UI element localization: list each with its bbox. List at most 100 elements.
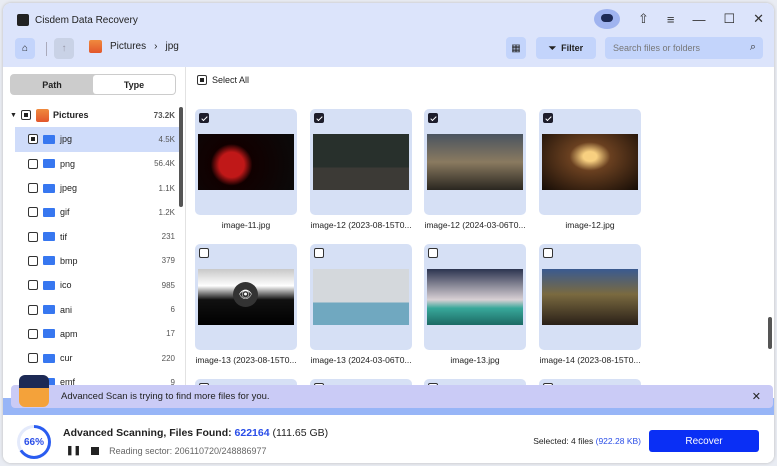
tree-label: jpeg [60,183,78,194]
tab-type[interactable]: Type [93,75,175,94]
file-checkbox[interactable] [199,113,209,123]
checkbox[interactable] [28,328,38,339]
progress-ring: 66% [17,425,51,459]
close-banner-icon[interactable]: ✕ [752,390,761,403]
tree-count: 1.2K [158,207,175,217]
file-name: image-12.jpg [565,220,615,230]
file-card[interactable] [310,244,412,350]
file-card[interactable]: 👁 [195,244,297,350]
search-input[interactable]: Search files or folders ⌕ [605,37,763,59]
maximize-icon[interactable]: ☐ [723,11,735,27]
tree-item-png[interactable]: png 56.4K [3,152,179,176]
file-card[interactable] [539,109,641,215]
file-card[interactable] [424,244,526,350]
tree-item-jpeg[interactable]: jpeg 1.1K [3,176,179,200]
file-card[interactable] [539,244,641,350]
tree-item-cur[interactable]: cur 220 [3,346,179,370]
title-bar: Cisdem Data Recovery [17,14,138,26]
view-toggle-button[interactable]: ▦ [506,37,526,59]
file-name: image-13 (2024-03-06T0... [310,355,412,365]
tree-label: cur [60,353,73,364]
menu-icon[interactable]: ≡ [667,12,675,27]
close-icon[interactable]: ✕ [753,11,764,27]
file-name: image-12 (2024-03-06T0... [424,220,526,230]
file-checkbox[interactable] [199,248,209,258]
breadcrumb-current: jpg [165,41,179,52]
file-checkbox[interactable] [428,113,438,123]
checkbox[interactable] [28,183,38,194]
up-button[interactable]: ↑ [54,38,74,59]
app-window: Cisdem Data Recovery ⇧ ≡ — ☐ ✕ ⌂ ↑ Pictu… [3,3,774,463]
file-card[interactable] [195,109,297,215]
scan-status: Advanced Scanning, Files Found: 622164 (… [63,427,328,439]
tree-item-ani[interactable]: ani 6 [3,297,179,321]
tab-path[interactable]: Path [11,75,93,94]
tree-item-jpg[interactable]: jpg 4.5K [15,127,179,152]
tree-count: 4.5K [158,134,175,144]
file-checkbox[interactable] [314,248,324,258]
select-all-label: Select All [212,75,250,85]
sidebar-scrollbar[interactable] [179,107,183,207]
checkbox[interactable] [28,280,38,291]
tree-count: 379 [161,256,175,266]
tree-item-ico[interactable]: ico 985 [3,273,179,297]
tree-root-pictures[interactable]: ▼ Pictures 73.2K [3,103,179,127]
pause-icon[interactable]: ❚❚ [66,445,81,456]
tree-label: bmp [60,255,78,266]
checkbox[interactable] [28,255,38,266]
minimize-icon[interactable]: — [692,12,705,27]
checkbox[interactable] [28,134,38,145]
pictures-icon [89,40,102,53]
tree-item-gif[interactable]: gif 1.2K [3,200,179,224]
file-thumbnail [313,269,409,325]
advanced-scan-banner: Advanced Scan is trying to find more fil… [11,375,773,408]
filter-button[interactable]: ⏷ Filter [536,37,596,59]
checkbox[interactable] [28,304,38,315]
tree-item-apm[interactable]: apm 17 [3,322,179,346]
file-checkbox[interactable] [543,248,553,258]
select-all-checkbox[interactable] [197,75,207,85]
status-bar: 66% Advanced Scanning, Files Found: 6221… [3,415,774,463]
sidebar: Path Type ▼ Pictures 73.2K jpg 4.5K png 56.4K… [3,67,186,397]
tree-item-tif[interactable]: tif 231 [3,224,179,248]
file-checkbox[interactable] [428,248,438,258]
file-checkbox[interactable] [314,113,324,123]
file-checkbox[interactable] [543,113,553,123]
caret-down-icon[interactable]: ▼ [10,112,17,119]
breadcrumb-root[interactable]: Pictures [110,41,146,52]
preview-eye-icon[interactable]: 👁 [233,282,258,307]
tree-count: 6 [170,305,175,315]
assistant-robot-icon[interactable] [593,9,620,29]
breadcrumb: Pictures › jpg [89,40,179,53]
recover-button[interactable]: Recover [649,430,759,452]
checkbox[interactable] [28,207,38,218]
stop-icon[interactable] [91,446,100,455]
found-size: (111.65 GB) [272,427,329,439]
checkbox[interactable] [28,353,38,364]
search-placeholder: Search files or folders [613,43,701,53]
upgrade-icon[interactable]: ⇧ [638,11,649,27]
filter-label: Filter [561,43,584,53]
tree-label: png [60,158,76,169]
checkbox[interactable] [28,231,38,242]
file-name: image-11.jpg [221,220,271,230]
tree-count: 220 [161,353,175,363]
search-icon[interactable]: ⌕ [750,41,756,54]
checkbox[interactable] [28,158,38,169]
file-name: image-12 (2023-08-15T0... [310,220,412,230]
tree-label: Pictures [52,110,89,121]
tree-item-bmp[interactable]: bmp 379 [3,249,179,273]
home-button[interactable]: ⌂ [15,38,35,59]
file-card[interactable] [310,109,412,215]
robot-folder-icon [19,375,49,407]
folder-icon [43,159,55,169]
file-card[interactable] [424,109,526,215]
tree-label: apm [60,328,78,339]
checkbox[interactable] [20,110,31,121]
grid-scrollbar[interactable] [768,317,772,349]
banner-text: Advanced Scan is trying to find more fil… [61,391,270,402]
selected-count: Selected: 4 files [533,436,594,446]
select-all[interactable]: Select All [197,75,249,85]
folder-icon [43,183,55,193]
folder-icon [43,305,55,315]
